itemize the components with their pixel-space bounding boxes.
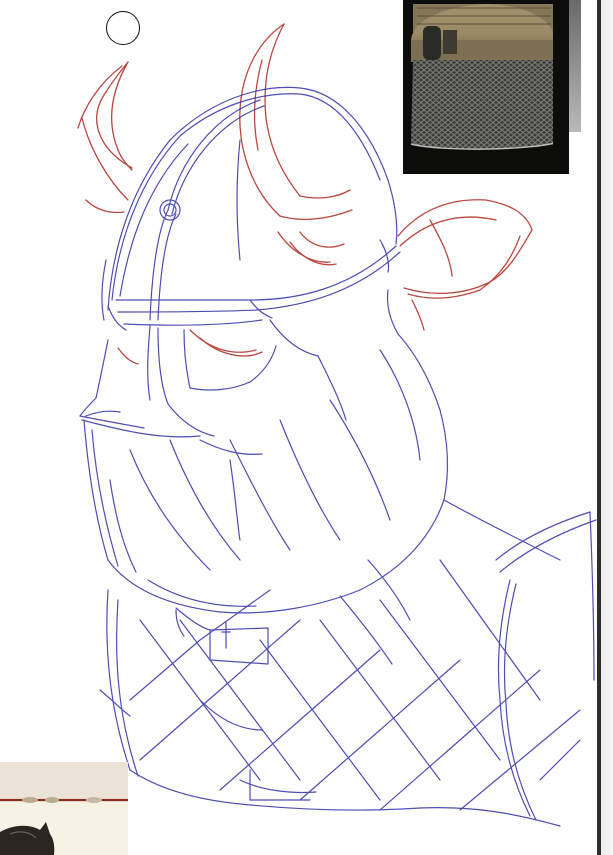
horned-helmet-reference-photo[interactable]: [0, 762, 128, 855]
reference-photo-edge: [569, 0, 581, 132]
blue-sketch-strokes: [79, 86, 597, 827]
chainmail-helmet-reference-photo[interactable]: [403, 0, 569, 174]
circle-brush-cursor-icon[interactable]: [106, 11, 140, 45]
canvas-scroll-edge: [597, 0, 613, 855]
drawing-canvas[interactable]: [0, 0, 613, 855]
